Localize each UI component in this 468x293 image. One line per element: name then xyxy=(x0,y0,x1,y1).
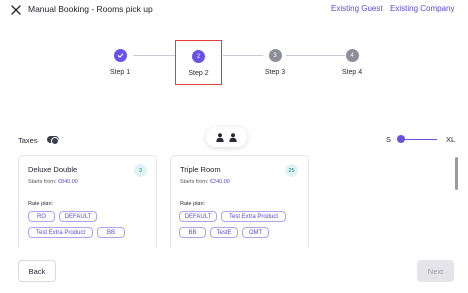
step-1[interactable]: Step 1 xyxy=(90,40,150,76)
step-3[interactable]: 3 Step 3 xyxy=(245,40,305,76)
step-number: 2 xyxy=(192,50,205,63)
stepper: Step 1 2 Step 2 3 Step 3 4 Step 4 xyxy=(0,40,468,90)
step-label: Step 1 xyxy=(109,69,131,76)
rate-plan-chip[interactable]: OMT xyxy=(242,227,269,238)
card-size-slider[interactable] xyxy=(397,135,438,143)
slider-thumb[interactable] xyxy=(397,135,405,143)
rate-plan-chip[interactable]: BB xyxy=(97,227,125,238)
rate-plan-label: Rate plan: xyxy=(180,201,206,207)
existing-company-link[interactable]: Existing Company xyxy=(390,4,454,13)
footer-bar: Back Next xyxy=(0,258,468,286)
page-title: Manual Booking - Rooms pick up xyxy=(28,4,153,14)
room-price: €240.00 xyxy=(209,179,230,185)
existing-guest-link[interactable]: Existing Guest xyxy=(331,4,383,13)
step-2[interactable]: 2 Step 2 xyxy=(175,40,222,85)
step-label: Step 4 xyxy=(341,69,363,76)
availability-badge: 3 xyxy=(134,164,147,177)
room-title: Triple Room xyxy=(180,165,221,174)
taxes-label: Taxes xyxy=(18,136,38,145)
step-label: Step 2 xyxy=(188,70,209,77)
back-button[interactable]: Back xyxy=(18,260,56,282)
size-large-label: XL xyxy=(446,135,456,144)
step-number: 3 xyxy=(268,49,282,62)
starts-from-label: Starts from: xyxy=(28,179,58,185)
check-icon xyxy=(113,49,127,62)
rate-plan-chip[interactable]: Test Extra Product xyxy=(28,227,93,238)
cards-scrollbar[interactable] xyxy=(455,157,458,190)
step-label: Step 3 xyxy=(264,69,286,76)
close-icon[interactable] xyxy=(10,4,22,16)
header-bar: Manual Booking - Rooms pick up Existing … xyxy=(0,0,468,20)
step-number: 4 xyxy=(345,49,359,62)
rate-plan-label: Rate plan: xyxy=(28,201,54,207)
rate-plan-chip[interactable]: DEFAULT xyxy=(59,211,97,222)
rate-plan-chip[interactable]: Test Extra Product xyxy=(221,211,286,222)
next-button[interactable]: Next xyxy=(417,260,454,282)
starts-from-label: Starts from: xyxy=(180,179,210,185)
room-card[interactable]: Deluxe Double 3 Starts from: €840.00 Rat… xyxy=(18,155,157,247)
room-card[interactable]: Triple Room 25 Starts from: €240.00 Rate… xyxy=(170,155,309,247)
rate-plan-chip[interactable]: BB xyxy=(179,227,206,238)
starts-from: Starts from: €840.00 xyxy=(28,179,78,185)
rate-plan-chip[interactable]: RO xyxy=(28,211,55,222)
availability-badge: 25 xyxy=(285,164,298,177)
size-small-label: S xyxy=(386,135,392,144)
guests-selector[interactable] xyxy=(206,127,247,147)
person-icon xyxy=(229,132,237,142)
starts-from: Starts from: €240.00 xyxy=(180,179,230,185)
rate-plan-chip[interactable]: TestE xyxy=(210,227,238,238)
person-icon xyxy=(216,132,224,142)
step-4[interactable]: 4 Step 4 xyxy=(322,40,382,76)
room-title: Deluxe Double xyxy=(28,165,78,174)
taxes-toggle[interactable] xyxy=(47,136,59,145)
room-price: €840.00 xyxy=(57,179,78,185)
rate-plan-chip[interactable]: DEFAULT xyxy=(179,211,217,222)
room-cards: Deluxe Double 3 Starts from: €840.00 Rat… xyxy=(0,155,458,247)
room-toolbar: Taxes S XL xyxy=(0,125,468,153)
